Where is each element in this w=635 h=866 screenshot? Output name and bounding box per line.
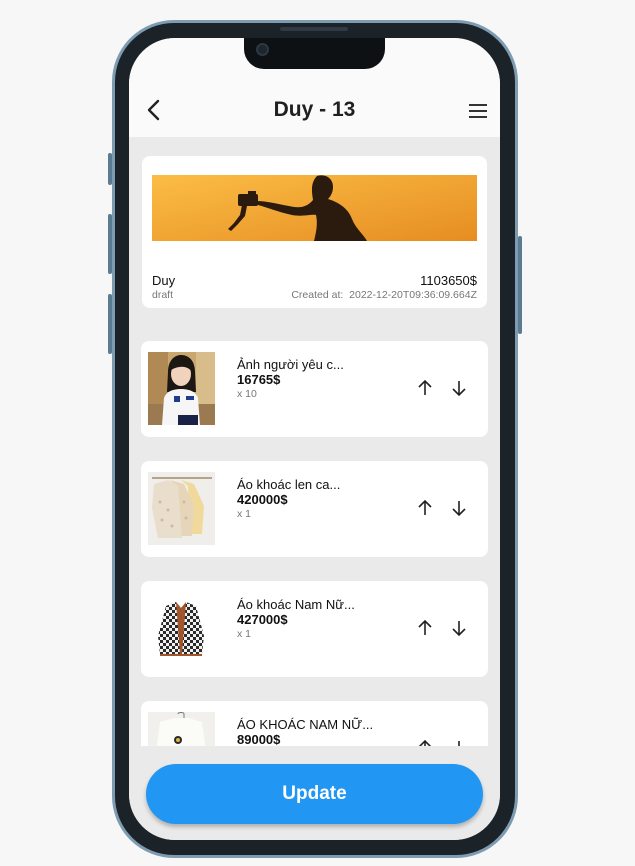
item-quantity: x 1 (237, 628, 252, 640)
item-name: Áo khoác len ca... (237, 477, 341, 492)
page-title: Duy - 13 (273, 98, 356, 121)
volume-up-button (108, 214, 112, 274)
list-item[interactable]: Áo khoác len ca... 420000$ x 1 (141, 461, 488, 557)
move-down-button[interactable] (450, 499, 468, 517)
arrow-up-icon (418, 379, 432, 395)
arrow-up-icon (418, 739, 432, 746)
list-item[interactable]: ÁO KHOÁC NAM NỮ... 89000$ x 1 (141, 701, 488, 746)
item-price: 420000$ (237, 492, 288, 507)
front-camera (256, 43, 269, 56)
move-down-button[interactable] (450, 739, 468, 746)
mute-switch (108, 153, 112, 185)
scroll-content[interactable]: Duy 1103650$ draft Created at: 2022-12-2… (129, 137, 500, 746)
menu-button[interactable] (467, 100, 489, 122)
move-down-button[interactable] (450, 379, 468, 397)
order-status: draft (152, 289, 174, 301)
move-up-button[interactable] (416, 739, 434, 746)
power-button (518, 236, 522, 334)
order-banner-image (152, 175, 477, 241)
item-name: ÁO KHOÁC NAM NỮ... (237, 717, 374, 732)
order-total: 1103650$ (420, 273, 477, 288)
phone-screen: Duy - 13 Duy 1103650$ draft Created at: … (129, 38, 500, 840)
item-image (148, 712, 215, 746)
arrow-up-icon (418, 499, 432, 515)
item-quantity: x 10 (237, 388, 257, 400)
list-item[interactable]: Ảnh người yêu c... 16765$ x 10 (141, 341, 488, 437)
item-image (148, 592, 215, 665)
order-summary-card: Duy 1103650$ draft Created at: 2022-12-2… (142, 156, 487, 308)
arrow-up-icon (418, 619, 432, 635)
phone-speaker (280, 27, 348, 31)
item-price: 16765$ (237, 372, 281, 387)
volume-down-button (108, 294, 112, 354)
item-price: 89000$ (237, 732, 281, 746)
move-up-button[interactable] (416, 619, 434, 637)
item-image (148, 352, 215, 425)
item-name: Ảnh người yêu c... (237, 357, 344, 372)
item-image (148, 472, 215, 545)
item-name: Áo khoác Nam Nữ... (237, 597, 355, 612)
list-item[interactable]: Áo khoác Nam Nữ... 427000$ x 1 (141, 581, 488, 677)
arrow-down-icon (458, 741, 460, 746)
item-quantity: x 1 (237, 508, 252, 520)
arrow-down-icon (452, 621, 466, 637)
move-down-button[interactable] (450, 619, 468, 637)
order-name: Duy (152, 273, 176, 288)
move-up-button[interactable] (416, 499, 434, 517)
bottom-action-bar: Update (129, 746, 500, 840)
update-button[interactable]: Update (146, 764, 483, 824)
created-at: 2022-12-20T09:36:09.664Z (349, 289, 477, 301)
item-price: 427000$ (237, 612, 288, 627)
created-label: Created at: (291, 289, 344, 301)
move-up-button[interactable] (416, 379, 434, 397)
arrow-down-icon (452, 501, 466, 517)
order-created: Created at: 2022-12-20T09:36:09.664Z (291, 289, 477, 301)
arrow-down-icon (452, 381, 466, 397)
hamburger-menu-icon (469, 104, 487, 118)
